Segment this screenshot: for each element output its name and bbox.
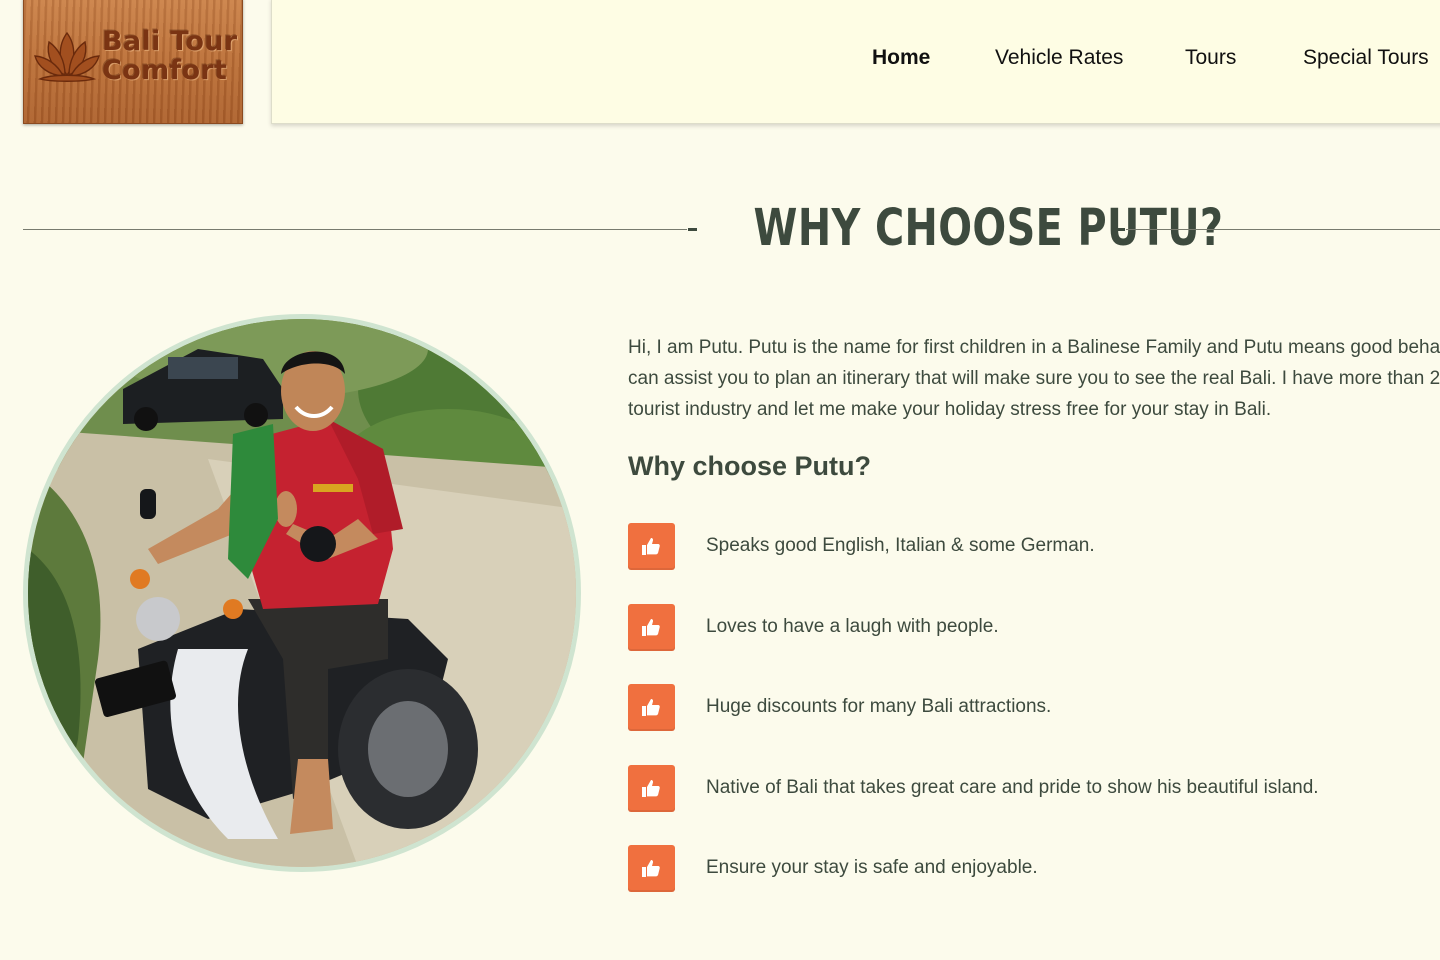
nav-special-tours[interactable]: Special Tours — [1303, 46, 1429, 70]
thumbs-up-icon — [628, 604, 675, 651]
nav-vehicle-rates[interactable]: Vehicle Rates — [995, 46, 1123, 70]
section-title: WHY CHOOSE PUTU? — [753, 199, 1224, 258]
intro-line-2: can assist you to plan an itinerary that… — [628, 368, 1440, 389]
feature-item: Native of Bali that takes great care and… — [628, 765, 1428, 813]
feature-item: Ensure your stay is safe and enjoyable. — [628, 845, 1428, 893]
feature-item: Huge discounts for many Bali attractions… — [628, 684, 1428, 732]
title-dash-right — [1116, 228, 1125, 231]
logo-line-1: Bali Tour — [102, 26, 238, 57]
thumbs-up-icon — [628, 845, 675, 892]
lotus-icon — [34, 31, 100, 82]
thumbs-up-icon — [628, 765, 675, 812]
title-rule-right — [1126, 229, 1440, 230]
feature-text: Ensure your stay is safe and enjoyable. — [706, 857, 1038, 878]
nav-tours[interactable]: Tours — [1185, 46, 1236, 70]
site-logo[interactable]: Bali Tour Comfort — [23, 0, 243, 124]
main-nav: Home Vehicle Rates Tours Special Tours — [272, 46, 1440, 76]
feature-text: Speaks good English, Italian & some Germ… — [706, 535, 1095, 556]
header-bar: Home Vehicle Rates Tours Special Tours — [271, 0, 1440, 124]
feature-item: Loves to have a laugh with people. — [628, 604, 1428, 652]
feature-text: Loves to have a laugh with people. — [706, 616, 999, 637]
title-rule-left — [23, 229, 687, 230]
intro-line-1: Hi, I am Putu. Putu is the name for firs… — [628, 337, 1440, 358]
nav-home[interactable]: Home — [872, 46, 930, 70]
putu-photo — [23, 314, 581, 872]
logo-line-2: Comfort — [102, 55, 228, 86]
feature-item: Speaks good English, Italian & some Germ… — [628, 523, 1428, 571]
intro-line-3: tourist industry and let me make your ho… — [628, 399, 1272, 420]
thumbs-up-icon — [628, 523, 675, 570]
features-heading: Why choose Putu? — [628, 451, 871, 481]
logo-text: Bali Tour Comfort — [102, 27, 237, 85]
feature-text: Huge discounts for many Bali attractions… — [706, 696, 1052, 717]
photo-illustration — [28, 319, 576, 867]
intro-paragraph: Hi, I am Putu. Putu is the name for firs… — [628, 332, 1440, 425]
feature-text: Native of Bali that takes great care and… — [706, 777, 1319, 798]
page: Bali Tour Comfort Home Vehicle Rates Tou… — [0, 0, 1440, 960]
thumbs-up-icon — [628, 684, 675, 731]
title-dash-left — [688, 228, 697, 231]
